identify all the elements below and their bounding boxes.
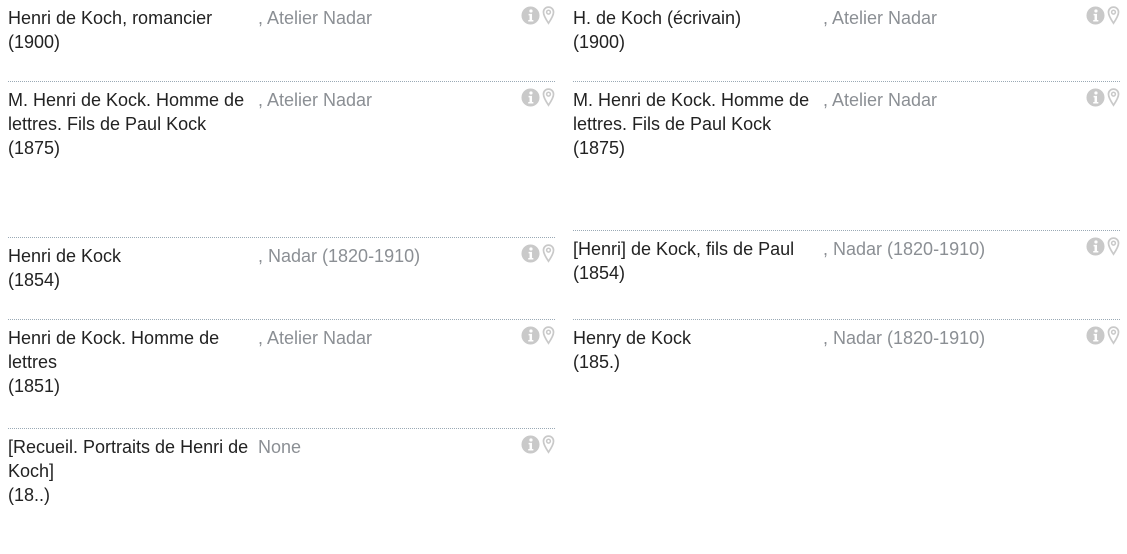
entry-title[interactable]: H. de Koch (écrivain) [573,6,821,30]
entry-title[interactable]: M. Henri de Kock. Homme de lettres. Fils… [573,88,821,136]
entry-title-block: Henri de Kock. Homme de lettres (1851) [8,326,256,398]
result-entry[interactable]: Henri de Kock. Homme de lettres (1851), A… [8,320,555,429]
info-circle-icon[interactable] [521,5,540,25]
results-column-right: H. de Koch (écrivain) (1900), Atelier Nad… [573,0,1120,420]
info-circle-icon[interactable] [521,87,540,107]
info-circle-icon[interactable] [1086,5,1105,25]
result-entry[interactable]: [Henri] de Kock, fils de Paul (1854), Nad… [573,231,1120,320]
entry-date: (1854) [8,270,61,290]
entry-title-block: Henry de Kock (185.) [573,326,821,374]
entry-author[interactable]: , Atelier Nadar [258,88,372,112]
entry-author[interactable]: None [258,435,301,459]
entry-title[interactable]: Henry de Kock [573,326,821,350]
map-marker-icon[interactable] [1107,5,1120,25]
map-marker-icon[interactable] [542,325,555,345]
result-entry[interactable]: Henri de Kock (1854), Nadar (1820-1910) [8,238,555,320]
entry-title-block: M. Henri de Kock. Homme de lettres. Fils… [8,88,256,160]
info-circle-icon[interactable] [1086,236,1105,256]
info-circle-icon[interactable] [521,243,540,263]
entry-actions [1086,5,1120,25]
entry-date: (1875) [573,138,626,158]
entry-title[interactable]: [Henri] de Kock, fils de Paul [573,237,821,261]
result-entry[interactable]: Henri de Koch, romancier (1900), Atelier … [8,0,555,82]
map-marker-icon[interactable] [1107,87,1120,107]
entry-date: (1851) [8,376,61,396]
entry-title[interactable]: Henri de Kock. Homme de lettres [8,326,256,374]
map-marker-icon[interactable] [542,243,555,263]
entry-author[interactable]: , Nadar (1820-1910) [823,326,985,350]
entry-author[interactable]: , Nadar (1820-1910) [258,244,420,268]
map-marker-icon[interactable] [542,434,555,454]
info-circle-icon[interactable] [1086,325,1105,345]
map-marker-icon[interactable] [542,5,555,25]
entry-title-block: H. de Koch (écrivain) (1900) [573,6,821,54]
result-entry[interactable]: M. Henri de Kock. Homme de lettres. Fils… [573,82,1120,231]
entry-actions [521,5,555,25]
entry-actions [1086,87,1120,107]
entry-title-block: [Recueil. Portraits de Henri de Koch] (18… [8,435,256,507]
entry-actions [521,325,555,345]
map-marker-icon[interactable] [1107,325,1120,345]
entry-actions [521,434,555,454]
result-entry[interactable]: M. Henri de Kock. Homme de lettres. Fils… [8,82,555,238]
entry-date: (1854) [573,263,626,283]
info-circle-icon[interactable] [521,325,540,345]
entry-title-block: [Henri] de Kock, fils de Paul (1854) [573,237,821,285]
map-marker-icon[interactable] [1107,236,1120,256]
entry-actions [521,243,555,263]
entry-title[interactable]: [Recueil. Portraits de Henri de Koch] [8,435,256,483]
results-grid: Henri de Koch, romancier (1900), Atelier … [0,0,1127,554]
results-column-left: Henri de Koch, romancier (1900), Atelier … [8,0,555,554]
info-circle-icon[interactable] [521,434,540,454]
entry-author[interactable]: , Atelier Nadar [823,6,937,30]
result-entry[interactable]: Henry de Kock (185.), Nadar (1820-1910) [573,320,1120,420]
entry-title-block: Henri de Kock (1854) [8,244,256,292]
info-circle-icon[interactable] [1086,87,1105,107]
entry-date: (1875) [8,138,61,158]
entry-actions [521,87,555,107]
result-entry[interactable]: [Recueil. Portraits de Henri de Koch] (18… [8,429,555,554]
map-marker-icon[interactable] [542,87,555,107]
entry-author[interactable]: , Atelier Nadar [823,88,937,112]
entry-title[interactable]: Henri de Kock [8,244,256,268]
entry-date: (1900) [573,32,626,52]
result-entry[interactable]: H. de Koch (écrivain) (1900), Atelier Nad… [573,0,1120,82]
entry-actions [1086,236,1120,256]
entry-date: (1900) [8,32,61,52]
entry-author[interactable]: , Atelier Nadar [258,326,372,350]
entry-actions [1086,325,1120,345]
entry-title-block: M. Henri de Kock. Homme de lettres. Fils… [573,88,821,160]
entry-title-block: Henri de Koch, romancier (1900) [8,6,256,54]
entry-title[interactable]: Henri de Koch, romancier [8,6,256,30]
entry-title[interactable]: M. Henri de Kock. Homme de lettres. Fils… [8,88,256,136]
entry-author[interactable]: , Nadar (1820-1910) [823,237,985,261]
entry-date: (185.) [573,352,621,372]
entry-date: (18..) [8,485,51,505]
entry-author[interactable]: , Atelier Nadar [258,6,372,30]
